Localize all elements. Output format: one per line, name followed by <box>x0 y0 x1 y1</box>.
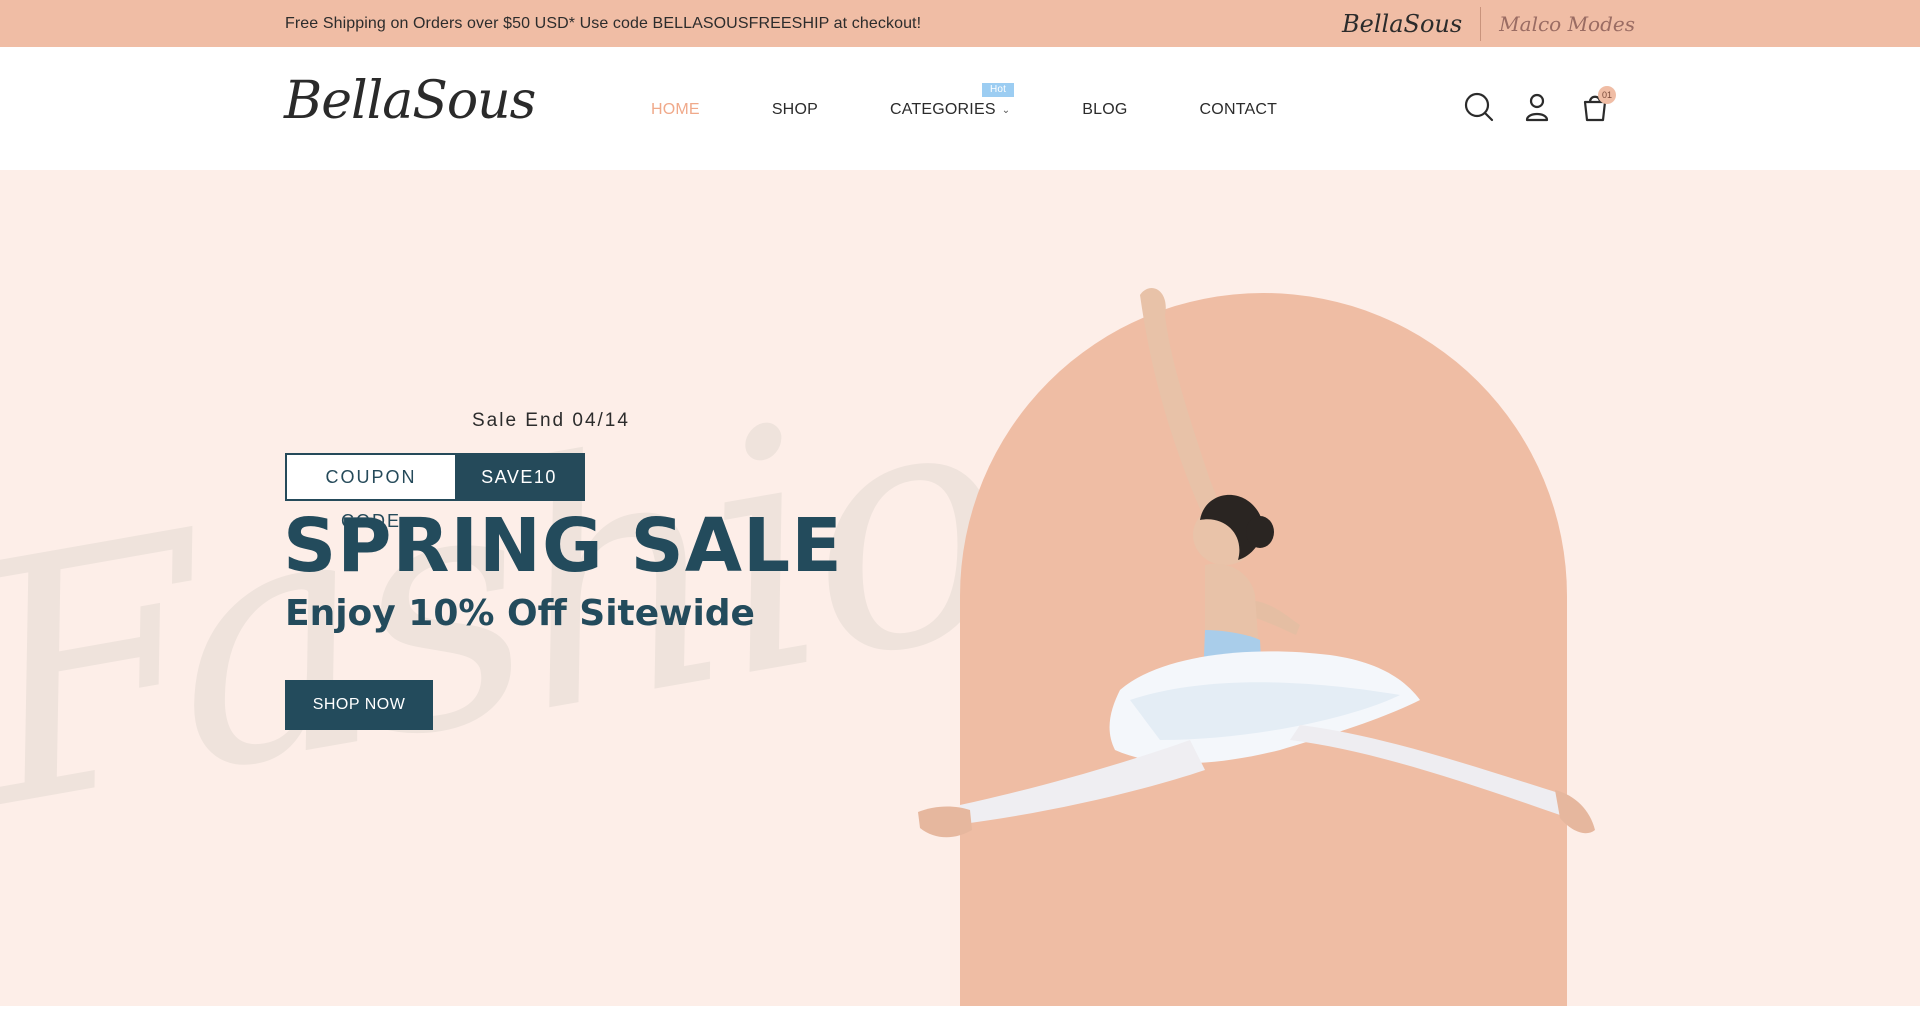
hero-subheadline: Enjoy 10% Off Sitewide <box>285 593 755 634</box>
cart-count-badge: 01 <box>1598 86 1616 104</box>
coupon-box: COUPON CODE SAVE10 <box>285 453 585 531</box>
brand-link-malco-modes[interactable]: Malco Modes <box>1481 12 1635 36</box>
ballerina-image <box>918 287 1595 838</box>
chevron-down-icon: ⌄ <box>1001 104 1011 116</box>
shop-now-button[interactable]: SHOP NOW <box>285 680 433 730</box>
hot-badge: Hot <box>981 83 1015 97</box>
coupon-label: COUPON CODE <box>287 455 455 531</box>
hero-banner: Fashion Sale End 04/14 COUPON CODE SAVE1… <box>0 170 1920 1006</box>
search-icon[interactable] <box>1462 90 1496 124</box>
brand-link-bellasous[interactable]: BellaSous <box>1324 10 1480 38</box>
hero-headline: SPRING SALE <box>283 503 843 589</box>
sale-end-text: Sale End 04/14 <box>472 410 630 431</box>
brand-switcher: BellaSous Malco Modes <box>1324 6 1635 42</box>
site-logo[interactable]: BellaSous <box>284 72 536 130</box>
nav-shop[interactable]: SHOP <box>772 101 818 119</box>
header-icons: 01 <box>1462 86 1616 124</box>
nav-home[interactable]: HOME <box>651 101 700 119</box>
cart-icon[interactable]: 01 <box>1578 86 1616 124</box>
nav-categories-label: CATEGORIES <box>889 101 996 118</box>
main-nav: HOME SHOP CATEGORIES ⌄ Hot BLOG CONTACT <box>651 83 1349 119</box>
nav-blog[interactable]: BLOG <box>1082 101 1127 119</box>
coupon-code: SAVE10 <box>455 455 583 499</box>
announcement-text: Free Shipping on Orders over $50 USD* Us… <box>285 15 922 32</box>
site-header: BellaSous HOME SHOP CATEGORIES ⌄ Hot BLO… <box>0 47 1920 170</box>
announcement-bar: Free Shipping on Orders over $50 USD* Us… <box>0 0 1920 47</box>
account-icon[interactable] <box>1520 90 1554 124</box>
nav-contact[interactable]: CONTACT <box>1200 101 1278 119</box>
nav-categories[interactable]: CATEGORIES ⌄ Hot <box>889 83 1015 119</box>
